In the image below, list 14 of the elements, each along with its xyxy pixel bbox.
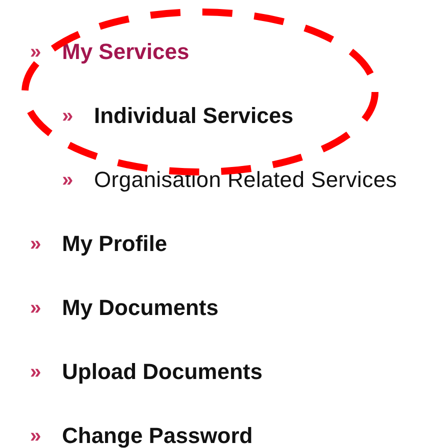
menu-link[interactable]: Upload Documents	[62, 361, 262, 383]
menu-link[interactable]: Change Password	[62, 425, 253, 447]
menu-link[interactable]: Organisation Related Services	[94, 169, 397, 191]
chevron-marker: »	[30, 298, 42, 318]
menu-link[interactable]: Individual Services	[94, 105, 294, 127]
menu-link[interactable]: My Documents	[62, 297, 218, 319]
chevron-marker: »	[62, 170, 74, 190]
chevron-marker: »	[30, 42, 42, 62]
chevron-marker: »	[30, 426, 42, 446]
chevron-marker: »	[62, 106, 74, 126]
menu-link[interactable]: My Services	[62, 41, 190, 63]
chevron-marker: »	[30, 362, 42, 382]
menu-link[interactable]: My Profile	[62, 233, 168, 255]
chevron-marker: »	[30, 234, 42, 254]
